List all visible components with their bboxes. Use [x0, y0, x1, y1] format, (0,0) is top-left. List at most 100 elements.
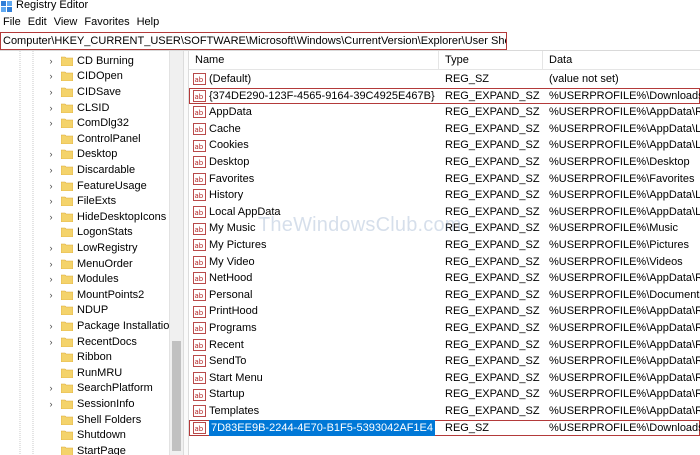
menu-favorites[interactable]: Favorites — [81, 14, 133, 31]
string-value-icon: ab — [193, 206, 206, 219]
table-row[interactable]: ab History REG_EXPAND_SZ %USERPROFILE%\AppD… — [189, 187, 700, 204]
values-list[interactable]: Name Type Data ab (Default) REG_SZ (value n… — [189, 51, 700, 455]
expand-chevron-icon[interactable]: › — [46, 71, 56, 81]
svg-text:ab: ab — [195, 275, 204, 283]
table-row[interactable]: ab Startup REG_EXPAND_SZ %USERPROFILE%\AppD… — [189, 386, 700, 403]
tree-item[interactable]: NDUP — [46, 303, 108, 319]
expand-chevron-icon[interactable]: › — [46, 165, 56, 175]
address-bar[interactable]: Computer\HKEY_CURRENT_USER\SOFTWARE\Micr… — [0, 32, 507, 50]
menu-file[interactable]: File — [0, 14, 25, 31]
svg-text:ab: ab — [195, 325, 204, 333]
table-row[interactable]: ab AppData REG_EXPAND_SZ %USERPROFILE%\AppD… — [189, 104, 700, 121]
tree-item-label: LogonStats — [77, 226, 133, 239]
expand-chevron-icon[interactable]: › — [46, 383, 56, 393]
tree-item[interactable]: ControlPanel — [46, 131, 141, 147]
tree-item-label: ControlPanel — [77, 132, 141, 145]
tree-item[interactable]: › LowRegistry — [46, 240, 138, 256]
svg-text:ab: ab — [195, 309, 204, 317]
expand-chevron-icon[interactable]: › — [46, 212, 56, 222]
expand-chevron-icon[interactable]: › — [46, 321, 56, 331]
string-value-icon: ab — [193, 388, 206, 401]
expand-chevron-icon[interactable]: › — [46, 337, 56, 347]
tree-item-label: SearchPlatform — [77, 382, 153, 395]
svg-text:ab: ab — [195, 159, 204, 167]
table-row[interactable]: ab SendTo REG_EXPAND_SZ %USERPROFILE%\AppDa… — [189, 353, 700, 370]
tree-item[interactable]: RunMRU — [46, 365, 122, 381]
tree-item[interactable]: › FeatureUsage — [46, 178, 147, 194]
svg-text:ab: ab — [195, 408, 204, 416]
table-row[interactable]: ab Cookies REG_EXPAND_SZ %USERPROFILE%\AppD… — [189, 137, 700, 154]
table-row[interactable]: ab Start Menu REG_EXPAND_SZ %USERPROFILE%\A… — [189, 370, 700, 387]
tree-item[interactable]: Shell Folders — [46, 412, 141, 428]
tree-item[interactable]: › CD Burning — [46, 53, 134, 69]
tree-item[interactable]: StartPage — [46, 443, 126, 455]
tree-item[interactable]: › MountPoints2 — [46, 287, 145, 303]
table-row[interactable]: ab {374DE290-123F-4565-9164-39C4925E467B}… — [189, 87, 700, 105]
expand-chevron-icon[interactable]: › — [46, 259, 56, 269]
tree-item[interactable]: › Discardable — [46, 162, 136, 178]
folder-icon — [61, 103, 73, 113]
expand-chevron-icon[interactable]: › — [46, 149, 56, 159]
string-value-icon: ab — [193, 73, 206, 86]
column-header-data[interactable]: Data — [543, 51, 700, 70]
table-row[interactable]: ab NetHood REG_EXPAND_SZ %USERPROFILE%\AppD… — [189, 270, 700, 287]
expand-chevron-icon[interactable]: › — [46, 243, 56, 253]
menu-edit[interactable]: Edit — [25, 14, 51, 31]
expand-chevron-icon[interactable]: › — [46, 103, 56, 113]
registry-editor-icon — [1, 1, 12, 12]
tree-item[interactable]: › SearchPlatform — [46, 381, 153, 397]
tree-item[interactable]: › RecentDocs — [46, 334, 137, 350]
table-row[interactable]: ab Programs REG_EXPAND_SZ %USERPROFILE%\App… — [189, 320, 700, 337]
table-row[interactable]: ab (Default) REG_SZ (value not set) — [189, 71, 700, 88]
table-row[interactable]: ab Personal REG_EXPAND_SZ %USERPROFILE%\Doc… — [189, 287, 700, 304]
svg-text:ab: ab — [195, 242, 204, 250]
folder-icon — [61, 306, 73, 316]
tree-item[interactable]: › HideDesktopIcons — [46, 209, 167, 225]
table-row[interactable]: ab PrintHood REG_EXPAND_SZ %USERPROFILE%\Ap… — [189, 303, 700, 320]
expand-chevron-icon[interactable]: › — [46, 274, 56, 284]
expand-chevron-icon[interactable]: › — [46, 56, 56, 66]
tree-item[interactable]: › Modules — [46, 271, 119, 287]
tree-item[interactable]: › FileExts — [46, 193, 117, 209]
table-row[interactable]: ab Favorites REG_EXPAND_SZ %USERPROFILE%\Fa… — [189, 171, 700, 188]
tree-item[interactable]: › Desktop — [46, 147, 118, 163]
column-header-name[interactable]: Name — [189, 51, 439, 70]
type-cell: REG_EXPAND_SZ — [445, 89, 540, 102]
tree-item[interactable]: › MenuOrder — [46, 256, 133, 272]
tree-item[interactable]: › CIDSave — [46, 84, 122, 100]
data-cell: %USERPROFILE%\Downloads — [549, 89, 700, 102]
tree-item[interactable]: › CIDOpen — [46, 69, 123, 85]
tree-item[interactable]: › Package Installation — [46, 318, 176, 334]
value-name: NetHood — [209, 272, 253, 285]
table-row[interactable]: ab Desktop REG_EXPAND_SZ %USERPROFILE%\Desk… — [189, 154, 700, 171]
tree-item[interactable]: › SessionInfo — [46, 396, 135, 412]
svg-text:ab: ab — [195, 209, 204, 217]
tree-scrollbar[interactable] — [169, 51, 183, 455]
table-row[interactable]: ab Cache REG_EXPAND_SZ %USERPROFILE%\AppDat… — [189, 121, 700, 138]
value-name: Local AppData — [209, 205, 281, 218]
table-row[interactable]: ab 7D83EE9B-2244-4E70-B1F5-5393042AF1E4 RE… — [189, 419, 700, 437]
tree-item[interactable]: Ribbon — [46, 349, 112, 365]
expand-chevron-icon[interactable]: › — [46, 181, 56, 191]
table-row[interactable]: ab Templates REG_EXPAND_SZ %USERPROFILE%\Ap… — [189, 403, 700, 420]
data-cell: %USERPROFILE%\AppData\Roaming\Microsoft — [549, 322, 700, 334]
expand-chevron-icon[interactable]: › — [46, 87, 56, 97]
table-row[interactable]: ab Local AppData REG_EXPAND_SZ %USERPROFILE… — [189, 204, 700, 221]
tree-item[interactable]: LogonStats — [46, 225, 133, 241]
table-row[interactable]: ab My Music REG_EXPAND_SZ %USERPROFILE%\Mus… — [189, 220, 700, 237]
menu-help[interactable]: Help — [134, 14, 164, 31]
table-row[interactable]: ab My Video REG_EXPAND_SZ %USERPROFILE%\Vid… — [189, 254, 700, 271]
expand-chevron-icon[interactable]: › — [46, 196, 56, 206]
table-row[interactable]: ab Recent REG_EXPAND_SZ %USERPROFILE%\AppDa… — [189, 337, 700, 354]
tree-scrollbar-thumb[interactable] — [172, 341, 181, 451]
tree-item[interactable]: › ComDlg32 — [46, 115, 129, 131]
menu-view[interactable]: View — [51, 14, 82, 31]
key-tree[interactable]: › CD Burning › CIDOpen › CIDSave › CLSID › ComDlg… — [0, 51, 183, 455]
column-header-type[interactable]: Type — [439, 51, 543, 70]
tree-item[interactable]: Shutdown — [46, 427, 126, 443]
expand-chevron-icon[interactable]: › — [46, 290, 56, 300]
expand-chevron-icon[interactable]: › — [46, 118, 56, 128]
tree-item[interactable]: › CLSID — [46, 100, 110, 116]
expand-chevron-icon[interactable]: › — [46, 399, 56, 409]
table-row[interactable]: ab My Pictures REG_EXPAND_SZ %USERPROFILE%\… — [189, 237, 700, 254]
